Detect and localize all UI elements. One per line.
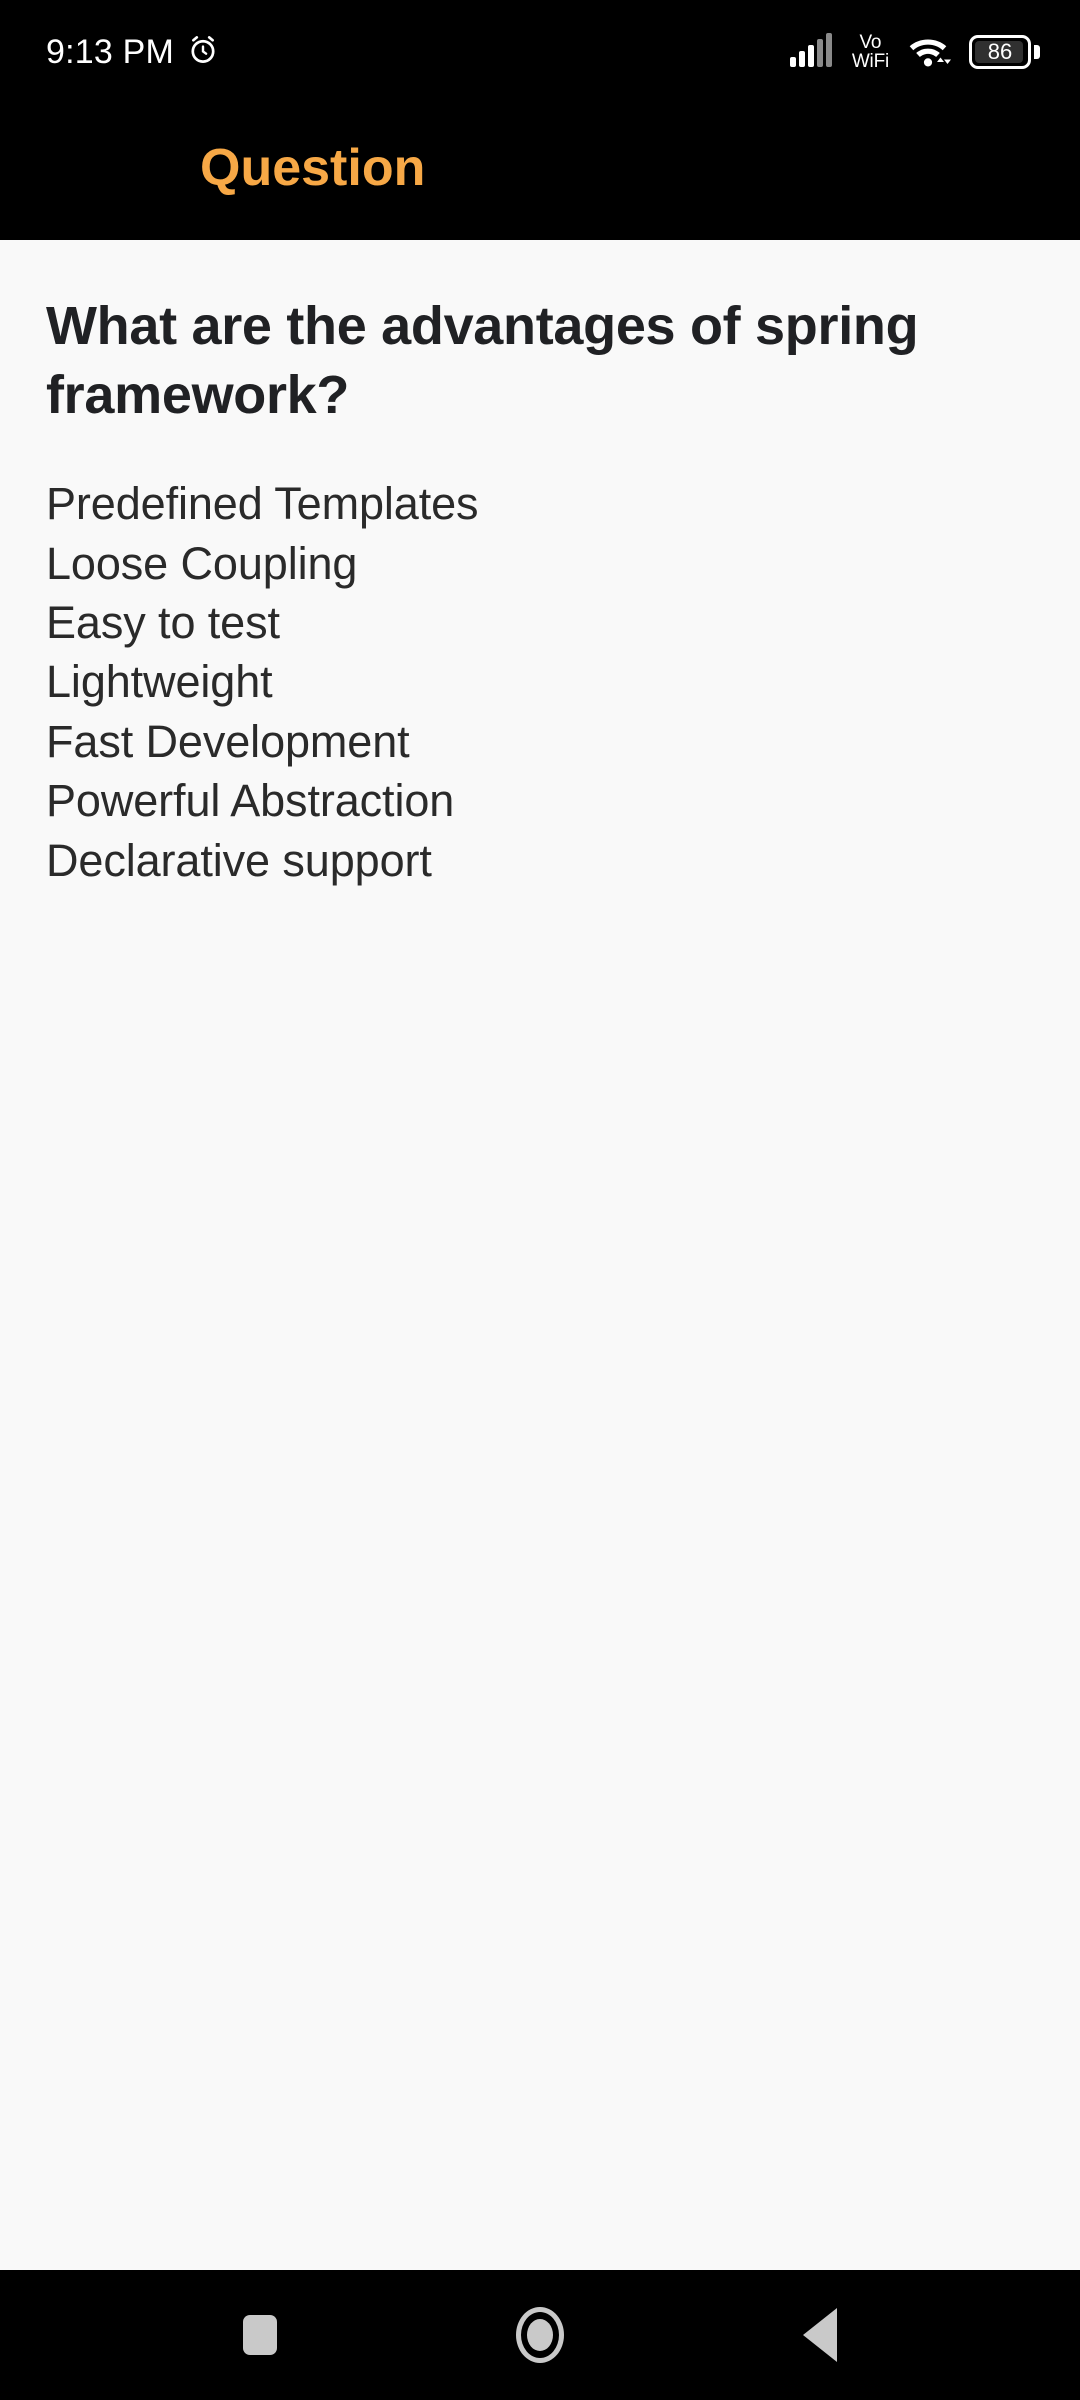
status-bar-left: 9:13 PM (46, 33, 220, 72)
recents-button[interactable] (200, 2280, 320, 2390)
home-circle-inner (527, 2319, 553, 2351)
battery-icon: 86 (969, 35, 1040, 69)
answer-list: Predefined Templates Loose Coupling Easy… (46, 474, 1034, 890)
back-button[interactable] (760, 2280, 880, 2390)
question-text: What are the advantages of spring framew… (46, 296, 919, 426)
volte-wifi-label: Vo WiFi (852, 33, 889, 71)
volte-label-line2: WiFi (851, 51, 889, 72)
list-item: Easy to test (46, 597, 280, 648)
back-triangle-icon (803, 2308, 837, 2362)
wifi-icon (905, 32, 953, 73)
android-navigation-bar (0, 2270, 1080, 2400)
list-item: Predefined Templates (46, 478, 479, 530)
page-title: Question (200, 139, 426, 197)
recents-square-icon (243, 2315, 277, 2355)
home-circle-icon (516, 2307, 564, 2363)
alarm-clock-icon (186, 33, 220, 72)
cellular-signal-icon (789, 32, 836, 72)
list-item: Lightweight (46, 656, 273, 708)
status-bar-clock: 9:13 PM (46, 33, 175, 71)
list-item: Fast Development (46, 715, 410, 767)
status-bar: 9:13 PM Vo WiFi 86 (0, 0, 1080, 104)
list-item: Powerful Abstraction (46, 775, 455, 827)
status-bar-right: Vo WiFi 86 (789, 32, 1040, 73)
battery-level-text: 86 (987, 39, 1013, 64)
home-button[interactable] (480, 2280, 600, 2390)
question-content: What are the advantages of spring framew… (0, 240, 1080, 2270)
list-item: Loose Coupling (46, 537, 358, 589)
app-bar: Question (0, 104, 1080, 232)
list-item: Declarative support (46, 834, 432, 886)
app-bar-shadow (0, 232, 1080, 240)
battery-cap (1034, 45, 1040, 59)
battery-body: 86 (969, 35, 1031, 69)
volte-label-line1: Vo (859, 32, 882, 53)
phone-screen: 9:13 PM Vo WiFi 86 Question What are the… (0, 0, 1080, 2400)
